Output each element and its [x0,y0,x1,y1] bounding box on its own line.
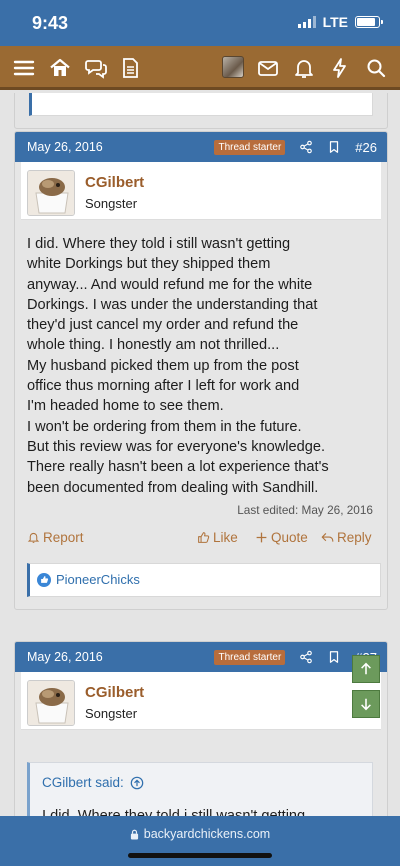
signal-icon [297,16,316,28]
post-body: I did. Where they told i still wasn't ge… [15,220,387,498]
post-26: May 26, 2016 Thread starter #26 CGilbert… [14,131,388,610]
status-indicators: LTE [297,14,383,30]
quoted-post: CGilbert said: I did. Where they told i … [27,762,373,816]
search-icon[interactable] [364,56,388,80]
post-line: they'd just cancel my order and refund t… [27,317,299,334]
arrow-up-icon [361,662,371,675]
post-header: May 26, 2016 Thread starter #26 [15,132,387,162]
top-nav-bar [0,46,400,90]
post-date[interactable]: May 26, 2016 [27,650,103,664]
quote-header[interactable]: CGilbert said: [42,775,144,790]
user-avatar[interactable] [222,56,244,78]
bell-icon[interactable] [292,56,316,80]
username[interactable]: CGilbert [85,684,144,701]
avatar[interactable] [27,680,75,726]
lightning-icon[interactable] [328,56,352,80]
bell-icon [27,532,40,543]
thread-starter-badge: Thread starter [214,649,286,665]
browser-bottom-bar: backyardchickens.com [0,816,400,866]
post-line: But this review was for everyone's knowl… [27,438,326,455]
report-label: Report [43,529,84,545]
post-line: My husband picked them up from the post [27,357,299,374]
bookmark-icon[interactable] [327,140,341,154]
status-bar: 9:43 LTE [0,0,400,46]
post-line: been documented from dealing with Sandhi… [27,479,319,496]
url-text: backyardchickens.com [143,827,271,841]
like-reaction-icon [37,572,51,587]
post-line: I did. Where they told i still wasn't ge… [27,236,291,252]
network-label: LTE [322,14,348,30]
share-icon[interactable] [299,650,313,664]
user-info: CGilbert Songster [21,672,381,730]
last-edited: Last edited: May 26, 2016 [237,502,373,517]
envelope-icon[interactable] [256,56,280,80]
reply-label: Reply [337,529,372,545]
like-button[interactable]: Like [197,530,238,545]
user-title: Songster [85,706,138,721]
bookmark-icon[interactable] [327,650,341,664]
share-icon[interactable] [299,140,313,154]
scroll-up-button[interactable] [352,655,380,683]
thread-content: May 26, 2016 Thread starter #26 CGilbert… [0,93,400,816]
post-line: office thus morning after I left for wor… [27,378,300,395]
quote-label: Quote [271,529,308,545]
avatar[interactable] [27,170,75,216]
lock-icon [130,829,138,839]
post-line: I'm headed home to see them. [27,398,224,415]
arrow-up-circle-icon[interactable] [130,776,144,790]
post-date[interactable]: May 26, 2016 [27,140,103,154]
post-line: I won't be ordering from them in the fut… [27,418,302,435]
reactions-bar[interactable]: PioneerChicks [27,562,381,597]
scroll-down-button[interactable] [352,690,380,718]
report-button[interactable]: Report [27,530,84,545]
reply-button[interactable]: Reply [321,530,372,545]
battery-icon [355,16,383,28]
username[interactable]: CGilbert [85,174,144,191]
post-header: May 26, 2016 Thread starter #27 [15,642,387,672]
arrow-down-icon [361,698,371,711]
user-info: CGilbert Songster [21,162,381,220]
reply-icon [321,532,334,542]
quote-button[interactable]: Quote [255,530,308,545]
status-time: 9:43 [32,13,69,33]
like-label: Like [213,529,238,545]
post-line: There really hasn't been a lot experienc… [27,459,329,476]
quote-author[interactable]: CGilbert said: [42,775,124,790]
post-line: anyway... And would refund me for the wh… [27,276,313,293]
post-27: May 26, 2016 Thread starter #27 CGilbert… [14,641,388,816]
post-actions: Report Like Quote Reply [15,517,387,557]
previous-reactions-box [29,93,373,116]
post-line: Dorkings. I was under the understanding … [27,296,318,313]
quote-text: I did. Where they told i still wasn't ge… [42,808,306,816]
plus-icon [256,532,267,543]
document-icon[interactable] [118,56,142,80]
post-number[interactable]: #26 [355,140,377,155]
thread-starter-badge: Thread starter [214,139,286,155]
post-line: white Dorkings but they shipped them [27,256,271,273]
user-title: Songster [85,196,138,211]
address-bar[interactable]: backyardchickens.com [0,827,400,841]
menu-icon[interactable] [12,56,36,80]
previous-post-tail [14,93,388,129]
home-indicator[interactable] [128,853,272,858]
chat-bubbles-icon[interactable] [84,56,108,80]
home-icon[interactable] [48,56,72,80]
reactions-user[interactable]: PioneerChicks [56,572,140,587]
thumbs-up-icon [198,531,210,543]
post-line: whole thing. I honestly am not thrilled.… [27,337,280,354]
